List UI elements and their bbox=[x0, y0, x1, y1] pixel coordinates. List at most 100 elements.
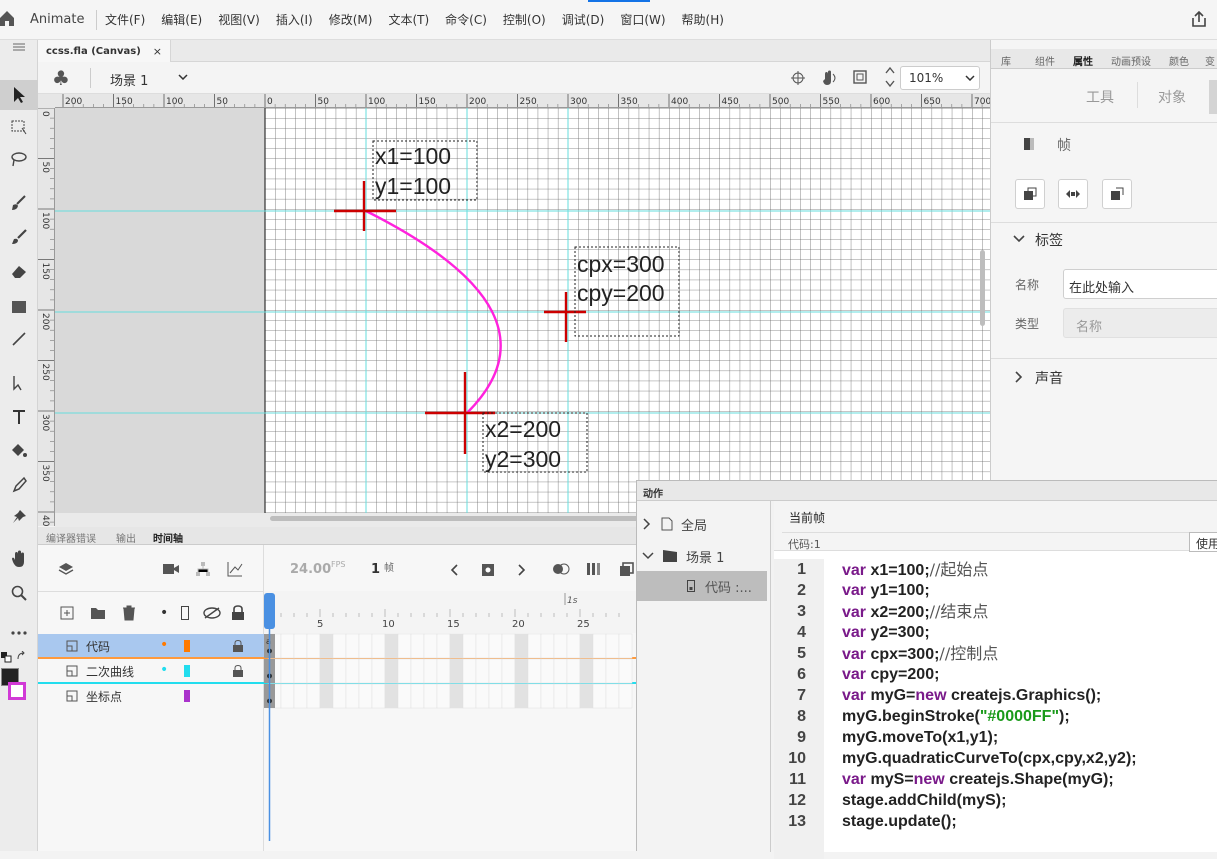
frame-type-select[interactable]: 名称 bbox=[1063, 308, 1217, 338]
fps-value[interactable]: 24.00 bbox=[290, 562, 331, 577]
rotate-stage-icon[interactable] bbox=[820, 69, 838, 87]
tree-item-code[interactable]: 代码 :... bbox=[637, 571, 767, 601]
tab-transform[interactable]: 变 bbox=[1205, 53, 1215, 68]
chevron-down-icon[interactable] bbox=[965, 75, 975, 81]
more-tools-icon[interactable] bbox=[0, 618, 38, 648]
highlight-layers-icon[interactable]: • bbox=[160, 605, 168, 621]
layer-name[interactable]: 二次曲线 bbox=[86, 663, 134, 680]
new-folder-icon[interactable] bbox=[90, 606, 106, 620]
lock-icon[interactable] bbox=[233, 640, 243, 652]
actions-panel-title[interactable]: 动作 bbox=[643, 485, 663, 500]
code-line[interactable]: var myS=new createjs.Shape(myG); bbox=[842, 769, 1137, 790]
lasso-tool-icon[interactable] bbox=[0, 144, 38, 174]
scene-selector[interactable]: 场景 1 bbox=[110, 70, 148, 89]
tab-library[interactable]: 库 bbox=[1001, 53, 1011, 68]
layer-parenting-icon[interactable] bbox=[195, 561, 211, 577]
menu-file[interactable]: 文件(F) bbox=[105, 11, 145, 28]
code-line[interactable]: var cpx=300;//控制点 bbox=[842, 643, 1137, 664]
tree-item-scene[interactable]: 场景 1 bbox=[637, 541, 771, 571]
eraser-tool-icon[interactable] bbox=[0, 256, 38, 286]
menu-debug[interactable]: 调试(D) bbox=[562, 11, 605, 28]
menu-text[interactable]: 文本(T) bbox=[388, 11, 429, 28]
tab-components[interactable]: 组件 bbox=[1035, 53, 1055, 68]
sound-section-title[interactable]: 声音 bbox=[1035, 368, 1063, 388]
code-text[interactable]: var x1=100;//起始点 var y1=100; var x2=200;//… bbox=[842, 559, 1137, 832]
timeline-options-icon[interactable] bbox=[619, 562, 635, 576]
menu-modify[interactable]: 修改(M) bbox=[329, 11, 373, 28]
layer-row[interactable]: 二次曲线 • bbox=[38, 659, 264, 683]
vertical-scrollbar-thumb[interactable] bbox=[980, 250, 985, 326]
edit-multiple-frames-icon[interactable] bbox=[586, 562, 602, 576]
layer-color-swatch[interactable] bbox=[184, 665, 190, 677]
code-line[interactable]: stage.addChild(myS); bbox=[842, 790, 1137, 811]
menu-window[interactable]: 窗口(W) bbox=[620, 11, 665, 28]
code-line[interactable]: var x2=200;//结束点 bbox=[842, 601, 1137, 622]
swap-colors-icon[interactable] bbox=[16, 650, 30, 663]
tab-motion-presets[interactable]: 动画预设 bbox=[1111, 53, 1151, 68]
code-line[interactable]: var y1=100; bbox=[842, 580, 1137, 601]
next-frame-icon[interactable] bbox=[518, 564, 526, 576]
eyedropper-tool-icon[interactable] bbox=[0, 470, 38, 500]
code-line[interactable]: myG.beginStroke("#0000FF"); bbox=[842, 706, 1137, 727]
snap-icon[interactable] bbox=[790, 70, 806, 86]
previous-frame-icon[interactable] bbox=[450, 564, 458, 576]
new-layer-icon[interactable] bbox=[60, 606, 74, 620]
graph-icon[interactable] bbox=[227, 561, 243, 577]
text-tool-icon[interactable] bbox=[0, 402, 38, 432]
menu-view[interactable]: 视图(V) bbox=[218, 11, 260, 28]
tab-timeline[interactable]: 时间轴 bbox=[153, 530, 183, 545]
paint-bucket-tool-icon[interactable] bbox=[0, 436, 38, 466]
layer-color-swatch[interactable] bbox=[184, 640, 190, 652]
code-editor[interactable]: 当前帧 代码:1 使用 1 2 3 4 5 6 7 8 9 10 11 12 13 var x1=100… bbox=[774, 501, 1217, 859]
frame-name-input[interactable]: 在此处输入 bbox=[1063, 269, 1217, 299]
hand-tool-icon[interactable] bbox=[0, 544, 38, 574]
tab-output[interactable]: 输出 bbox=[116, 530, 136, 545]
current-frame-tab[interactable]: 当前帧 bbox=[789, 509, 825, 526]
line-tool-icon[interactable] bbox=[0, 324, 38, 354]
paint-brush-tool-icon[interactable] bbox=[0, 188, 38, 218]
reverse-frames-button[interactable] bbox=[1058, 179, 1088, 209]
tab-compiler-errors[interactable]: 编译器错误 bbox=[46, 530, 96, 545]
delete-icon[interactable] bbox=[122, 605, 136, 621]
chevron-down-icon[interactable] bbox=[1013, 235, 1025, 243]
default-colors-icon[interactable] bbox=[0, 651, 14, 663]
use-wizard-button[interactable]: 使用 bbox=[1189, 532, 1217, 552]
menu-edit[interactable]: 编辑(E) bbox=[161, 11, 202, 28]
tab-properties[interactable]: 属性 bbox=[1073, 53, 1093, 68]
lock-icon[interactable] bbox=[233, 665, 243, 677]
pin-tool-icon[interactable] bbox=[0, 502, 38, 532]
center-stage-icon[interactable] bbox=[884, 66, 896, 88]
subtab-tool[interactable]: 工具 bbox=[1086, 87, 1114, 107]
tab-color[interactable]: 颜色 bbox=[1169, 53, 1189, 68]
clip-stage-icon[interactable] bbox=[852, 69, 868, 85]
layer-dot-icon[interactable]: • bbox=[160, 662, 168, 678]
fill-color-swatch[interactable] bbox=[8, 682, 26, 700]
zoom-field[interactable]: 101% bbox=[900, 66, 980, 90]
document-tab[interactable]: ccss.fla (Canvas) × bbox=[38, 40, 171, 62]
onion-skin-icon[interactable] bbox=[552, 562, 570, 576]
chevron-right-icon[interactable] bbox=[1015, 371, 1023, 383]
tools-menu-icon[interactable] bbox=[0, 40, 38, 54]
brush-tool-icon[interactable] bbox=[0, 222, 38, 252]
lock-all-icon[interactable] bbox=[231, 605, 245, 621]
rectangle-tool-icon[interactable] bbox=[0, 292, 38, 322]
distribute-symbol-button[interactable] bbox=[1015, 179, 1045, 209]
code-line[interactable]: myG.moveTo(x1,y1); bbox=[842, 727, 1137, 748]
hide-all-icon[interactable] bbox=[203, 607, 221, 619]
outline-icon[interactable] bbox=[181, 606, 189, 620]
subtab-object[interactable]: 对象 bbox=[1158, 87, 1186, 107]
close-tab-icon[interactable]: × bbox=[153, 45, 162, 58]
code-line[interactable]: var myG=new createjs.Graphics(); bbox=[842, 685, 1137, 706]
layer-name[interactable]: 代码 bbox=[86, 638, 110, 655]
camera-icon[interactable] bbox=[163, 563, 179, 575]
code-line[interactable]: stage.update(); bbox=[842, 811, 1137, 832]
menu-help[interactable]: 帮助(H) bbox=[682, 11, 724, 28]
zoom-tool-icon[interactable] bbox=[0, 578, 38, 608]
label-section-title[interactable]: 标签 bbox=[1035, 230, 1063, 250]
layer-row[interactable]: 代码 • bbox=[38, 634, 264, 658]
current-frame[interactable]: 1 bbox=[371, 562, 380, 577]
chevron-down-icon[interactable] bbox=[178, 74, 188, 80]
subselection-tool-icon[interactable] bbox=[0, 368, 38, 398]
layer-color-swatch[interactable] bbox=[184, 690, 190, 702]
edit-symbols-icon[interactable]: ♣ bbox=[52, 66, 70, 90]
